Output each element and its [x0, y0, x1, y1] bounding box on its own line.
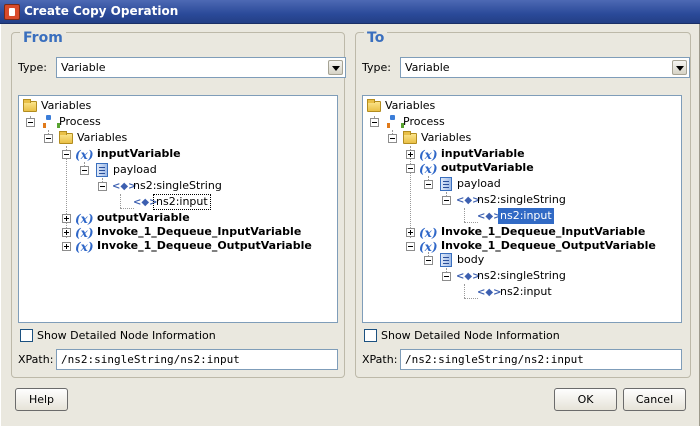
- collapse-icon[interactable]: [424, 180, 433, 189]
- to-type-row: Type: Variable: [362, 57, 690, 79]
- from-tree[interactable]: Variables Process Variables (x) inputVar…: [18, 95, 338, 323]
- to-heading: To: [364, 30, 388, 46]
- to-type-value: Variable: [405, 61, 450, 74]
- expand-icon[interactable]: [62, 228, 71, 237]
- collapse-icon[interactable]: [442, 196, 451, 205]
- from-panel: From Type: Variable Variables Process Va…: [11, 30, 346, 378]
- variable-icon: (x): [75, 148, 94, 162]
- from-type-label: Type:: [18, 61, 47, 74]
- process-icon: [385, 115, 404, 129]
- expand-icon[interactable]: [62, 214, 71, 223]
- collapse-icon[interactable]: [388, 134, 397, 143]
- to-show-detail-label: Show Detailed Node Information: [381, 329, 560, 342]
- variable-icon: (x): [75, 226, 94, 240]
- collapse-icon[interactable]: [98, 182, 107, 191]
- variable-icon: (x): [419, 240, 438, 254]
- element-icon: <◆>: [112, 181, 137, 192]
- collapse-icon[interactable]: [406, 242, 415, 251]
- title-bar: Create Copy Operation: [0, 0, 700, 24]
- folder-icon: [403, 131, 417, 144]
- to-tree[interactable]: Variables Process Variables (x) inputVar…: [362, 95, 682, 323]
- process-icon: [41, 115, 60, 129]
- message-part-icon: [440, 253, 452, 267]
- from-xpath-input[interactable]: /ns2:singleString/ns2:input: [56, 349, 338, 370]
- from-type-select[interactable]: Variable: [56, 57, 346, 78]
- to-show-detail-checkbox[interactable]: [364, 329, 377, 342]
- variable-icon: (x): [75, 212, 94, 226]
- variable-icon: (x): [75, 240, 94, 254]
- to-xpath-label: XPath:: [362, 353, 398, 366]
- from-show-detail-label: Show Detailed Node Information: [37, 329, 216, 342]
- dialog-body: From Type: Variable Variables Process Va…: [0, 24, 700, 426]
- collapse-icon[interactable]: [62, 150, 71, 159]
- message-part-icon: [96, 163, 108, 177]
- help-button[interactable]: Help: [15, 388, 68, 411]
- element-icon: <◆>: [477, 211, 502, 222]
- variable-icon: (x): [419, 226, 438, 240]
- collapse-icon[interactable]: [370, 118, 379, 127]
- message-part-icon: [440, 177, 452, 191]
- folder-icon: [23, 99, 37, 112]
- collapse-icon[interactable]: [80, 166, 89, 175]
- from-type-row: Type: Variable: [18, 57, 346, 79]
- element-icon: <◆>: [456, 271, 481, 282]
- chevron-down-icon[interactable]: [672, 60, 687, 75]
- variable-icon: (x): [419, 148, 438, 162]
- folder-icon: [59, 131, 73, 144]
- folder-icon: [367, 99, 381, 112]
- chevron-down-icon[interactable]: [328, 60, 343, 75]
- app-icon: [4, 4, 20, 20]
- element-icon: <◆>: [477, 287, 502, 298]
- window-title: Create Copy Operation: [24, 4, 179, 18]
- expand-icon[interactable]: [406, 150, 415, 159]
- variable-icon: (x): [419, 162, 438, 176]
- expand-icon[interactable]: [406, 228, 415, 237]
- collapse-icon[interactable]: [424, 256, 433, 265]
- element-icon: <◆>: [133, 197, 158, 208]
- to-type-label: Type:: [362, 61, 391, 74]
- from-heading: From: [20, 30, 66, 46]
- expand-icon[interactable]: [62, 242, 71, 251]
- from-show-detail-checkbox[interactable]: [20, 329, 33, 342]
- to-type-select[interactable]: Variable: [400, 57, 690, 78]
- collapse-icon[interactable]: [406, 164, 415, 173]
- to-xpath-input[interactable]: /ns2:singleString/ns2:input: [400, 349, 682, 370]
- collapse-icon[interactable]: [44, 134, 53, 143]
- element-icon: <◆>: [456, 195, 481, 206]
- from-type-value: Variable: [61, 61, 106, 74]
- to-panel: To Type: Variable Variables Process Vari…: [355, 30, 691, 378]
- collapse-icon[interactable]: [26, 118, 35, 127]
- cancel-button[interactable]: Cancel: [623, 388, 686, 411]
- from-xpath-label: XPath:: [18, 353, 54, 366]
- collapse-icon[interactable]: [442, 272, 451, 281]
- ok-button[interactable]: OK: [554, 388, 617, 411]
